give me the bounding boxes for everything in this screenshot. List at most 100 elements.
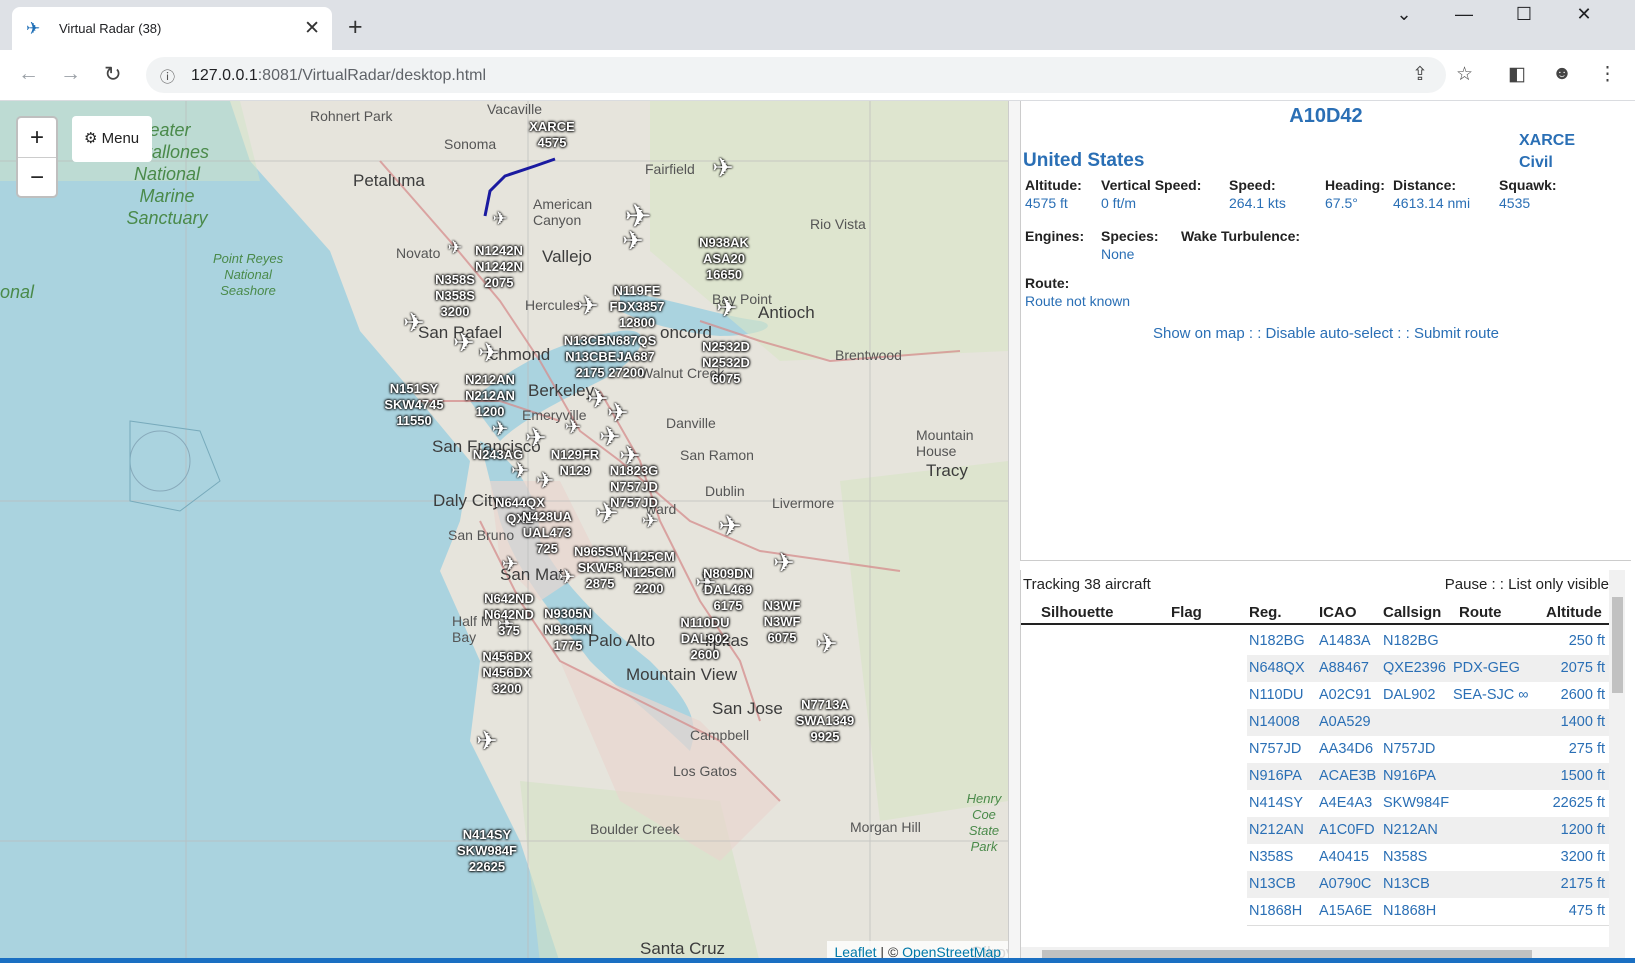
aircraft-marker[interactable]: ✈ [622,226,644,257]
place-vallejo: Vallejo [542,247,592,266]
aircraft-marker[interactable]: ✈ [599,422,621,453]
aircraft-marker[interactable]: ✈ [577,291,599,322]
aircraft-label[interactable]: N9305N N9305N 1775 [544,606,592,654]
profile-avatar[interactable]: ☻ [1552,63,1572,85]
side-panel-icon[interactable]: ◧ [1508,63,1526,86]
list-row[interactable]: N916PA ACAE3B N916PA 1500 ft [1247,763,1611,791]
col-callsign[interactable]: Callsign [1383,604,1441,621]
place-san-bruno: San Bruno [448,527,515,543]
list-row[interactable]: N13CB A0790C N13CB 2175 ft [1247,871,1611,899]
cell-callsign: N916PA [1383,768,1436,784]
aircraft-label[interactable]: N129FR N129 [551,447,599,479]
aircraft-marker[interactable]: ✈ [559,565,576,590]
place-mountain-house: Mountain House [916,427,974,459]
list-row[interactable]: N414SY A4E4A3 SKW984F 22625 ft [1247,790,1611,818]
aircraft-marker[interactable]: ✈ [476,726,498,757]
list-row[interactable]: N1868H A15A6E N1868H 475 ft [1247,898,1611,926]
cell-altitude: 22625 ft [1552,795,1605,811]
aircraft-marker[interactable]: ✈ [502,552,519,577]
aircraft-marker[interactable]: ✈ [716,293,738,324]
aircraft-marker[interactable]: ✈ [712,153,734,184]
back-icon[interactable]: ← [18,62,39,86]
aircraft-label[interactable]: N13CBN687QS N13CBEJA687 2175 27200 [564,333,657,381]
aircraft-marker[interactable]: ✈ [492,417,509,442]
address-bar[interactable]: ⓘ 127.0.0.1:8081/VirtualRadar/desktop.ht… [146,57,1446,93]
place-hercules: Hercules [525,297,581,313]
menu-button[interactable]: ⚙ Menu [72,116,152,162]
map-view[interactable]: reater Farallones National Marine Sanctuary … [0,101,1008,963]
aircraft-label[interactable]: N243AG [473,447,524,463]
forward-icon[interactable]: → [60,62,81,86]
aircraft-marker[interactable]: ✈ [816,629,838,660]
aircraft-label[interactable]: N428UA UAL473 725 [522,509,572,557]
maximize-button[interactable]: ☐ [1504,4,1544,25]
aircraft-marker[interactable]: ✈ [447,238,462,259]
aircraft-label[interactable]: N358S N358S 3200 [435,272,475,320]
aircraft-label[interactable]: N110DU DAL902 2600 [680,615,729,663]
aircraft-marker[interactable]: ✈ [525,423,547,454]
site-info-icon[interactable]: ⓘ [160,66,175,87]
aircraft-label[interactable]: N2532D N2532D 6075 [702,339,750,387]
aircraft-label[interactable]: N7713A SWA1349 9925 [796,697,855,745]
aircraft-label[interactable]: N414SY SKW984F 22625 [457,827,517,875]
list-controls[interactable]: Pause : : List only visible [1445,576,1609,593]
list-row[interactable]: N358S A40415 N358S 3200 ft [1247,844,1611,872]
aircraft-detail-panel: A10D42 XARCE Civil United States Altitude… [1020,101,1631,561]
more-menu-icon[interactable]: ⋮ [1598,63,1617,86]
col-route[interactable]: Route [1459,604,1502,621]
list-row[interactable]: N757JD AA34D6 N757JD 275 ft [1247,736,1611,764]
aircraft-marker[interactable]: ✈ [718,510,741,543]
panel-splitter[interactable] [1008,101,1020,963]
vertical-scrollbar[interactable] [1609,570,1625,963]
aircraft-label[interactable]: N809DN DAL469 6175 [703,566,753,614]
close-tab-icon[interactable]: ✕ [304,17,320,40]
aircraft-label[interactable]: N3WF N3WF 6075 [764,598,801,646]
aircraft-label[interactable]: N965SW SKW58 2875 [574,544,626,592]
aircraft-label[interactable]: N212AN N212AN 1200 [465,372,515,420]
aircraft-label[interactable]: N151SY SKW4745 11550 [384,381,443,429]
share-icon[interactable]: ⇪ [1412,63,1428,86]
list-row[interactable]: N14008 A0A529 1400 ft [1247,709,1611,737]
col-altitude[interactable]: Altitude [1546,604,1602,621]
detail-links[interactable]: Show on map : : Disable auto-select : : … [1021,325,1631,342]
col-reg[interactable]: Reg. [1249,604,1282,621]
aircraft-label[interactable]: N642ND N642ND 375 [484,591,534,639]
list-row[interactable]: N212AN A1C0FD N212AN 1200 ft [1247,817,1611,845]
reload-icon[interactable]: ↻ [104,62,122,87]
aircraft-label[interactable]: N1823G N757JD N757JD [610,463,658,511]
cell-altitude: 250 ft [1568,633,1605,649]
list-row[interactable]: N648QX A88467 QXE2396 PDX-GEG 2075 ft [1247,655,1611,683]
aircraft-marker[interactable]: ✈ [492,209,507,230]
aircraft-marker[interactable]: ✈ [403,308,425,339]
aircraft-label[interactable]: N938AK ASA20 16650 [699,235,749,283]
list-row[interactable]: N110DU A02C91 DAL902 SEA-SJC ∞ 2600 ft [1247,682,1611,710]
aircraft-marker[interactable]: ✈ [587,384,609,415]
aircraft-label[interactable]: XARCE 4575 [529,119,575,151]
col-icao[interactable]: ICAO [1319,604,1357,621]
aircraft-marker[interactable]: ✈ [642,509,659,534]
list-row[interactable]: N182BG A1483A N182BG 250 ft [1247,628,1611,656]
aircraft-label[interactable]: N125CM N125CM 2200 [623,549,674,597]
close-window-button[interactable]: ✕ [1564,4,1604,25]
aircraft-marker[interactable]: ✈ [453,328,475,359]
cell-reg: N182BG [1249,633,1305,649]
aircraft-label[interactable]: N456DX N456DX 3200 [482,649,531,697]
col-flag[interactable]: Flag [1171,604,1202,621]
aircraft-marker[interactable]: ✈ [565,415,582,440]
vertical-scroll-thumb[interactable] [1612,597,1623,693]
field-vertical-speed: Vertical Speed: 0 ft/m [1101,177,1202,211]
browser-tab[interactable]: ✈ Virtual Radar (38) ✕ [12,7,332,50]
aircraft-label[interactable]: N119FE FDX3857 12800 [610,283,665,331]
tab-search-icon[interactable]: ⌄ [1384,4,1424,25]
new-tab-button[interactable]: + [348,13,363,42]
bookmark-star-icon[interactable]: ☆ [1456,63,1473,86]
col-silhouette[interactable]: Silhouette [1041,604,1114,621]
minimize-button[interactable]: — [1444,4,1484,25]
aircraft-marker[interactable]: ✈ [478,338,500,369]
aircraft-label[interactable]: N1242N N1242N 2075 [475,243,523,291]
zoom-in-button[interactable]: + [18,118,56,157]
aircraft-marker[interactable]: ✈ [773,548,795,579]
place-san-jose: San Jose [712,699,783,718]
cell-reg: N916PA [1249,768,1302,784]
zoom-out-button[interactable]: − [18,157,56,196]
